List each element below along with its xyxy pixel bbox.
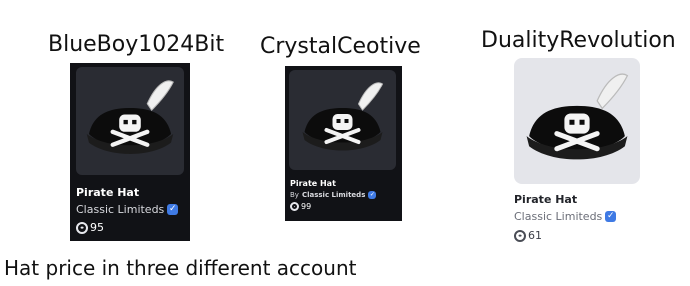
creator-link[interactable]: By Classic Limiteds ✓ (290, 191, 377, 199)
robux-icon (76, 221, 88, 234)
item-price: 99 (290, 202, 311, 211)
pirate-hat-icon (302, 82, 384, 151)
verified-badge-icon: ✓ (368, 191, 377, 199)
item-name[interactable]: Pirate Hat (514, 193, 577, 206)
item-card[interactable]: Pirate Hat Classic Limiteds ✓ 95 (70, 63, 190, 241)
item-price: 61 (514, 229, 542, 242)
creator-name[interactable]: Classic Limiteds (514, 210, 602, 223)
username-label: BlueBoy1024Bit (48, 32, 225, 57)
username-label: DualityRevolution (481, 28, 676, 53)
creator-name[interactable]: Classic Limiteds (302, 191, 365, 199)
by-prefix: By (290, 191, 299, 199)
item-thumbnail[interactable] (514, 58, 640, 184)
price-value: 95 (90, 221, 104, 234)
caption: Hat price in three different account (4, 256, 357, 280)
creator-link[interactable]: Classic Limiteds ✓ (514, 210, 617, 223)
pirate-hat-icon (526, 73, 629, 160)
robux-icon (514, 229, 526, 242)
item-price: 95 (76, 221, 104, 234)
price-value: 99 (301, 202, 312, 211)
pirate-hat-icon (86, 80, 174, 154)
price-value: 61 (528, 229, 542, 242)
item-name[interactable]: Pirate Hat (290, 179, 336, 188)
item-card[interactable]: Pirate Hat By Classic Limiteds ✓ 99 (285, 66, 402, 221)
item-thumbnail[interactable] (76, 67, 184, 175)
creator-name[interactable]: Classic Limiteds (76, 203, 164, 216)
item-thumbnail[interactable] (289, 70, 396, 170)
item-card[interactable]: Pirate Hat Classic Limiteds ✓ 61 (512, 58, 642, 248)
creator-link[interactable]: Classic Limiteds ✓ (76, 203, 179, 216)
username-label: CrystalCeotive (260, 34, 421, 59)
verified-badge-icon: ✓ (605, 211, 617, 222)
verified-badge-icon: ✓ (167, 204, 179, 215)
item-name[interactable]: Pirate Hat (76, 186, 139, 199)
robux-icon (290, 202, 299, 211)
